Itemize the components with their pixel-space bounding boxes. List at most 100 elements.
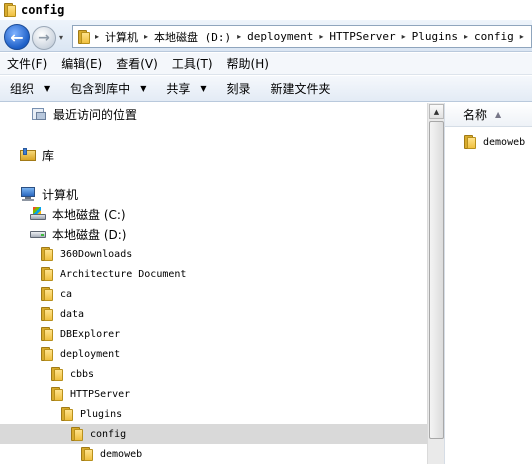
folder-icon	[463, 134, 477, 150]
tree-item-computer[interactable]: 计算机	[0, 184, 427, 204]
folder-icon	[70, 426, 84, 442]
window-title: config	[21, 3, 65, 17]
tree-item-label: data	[60, 308, 85, 320]
content-pane: 名称 ▲ demoweb	[444, 103, 532, 464]
folder-icon	[50, 366, 64, 382]
folder-icon	[60, 406, 74, 422]
system-drive-icon	[30, 206, 46, 222]
menu-bar: 文件(F) 编辑(E) 查看(V) 工具(T) 帮助(H)	[0, 53, 532, 75]
menu-edit[interactable]: 编辑(E)	[54, 55, 109, 72]
tree-item-folder[interactable]: cbbs	[0, 364, 427, 384]
tree-item-recent-places[interactable]: 最近访问的位置	[0, 104, 427, 124]
forward-button[interactable]: →	[32, 26, 56, 50]
navigation-pane: 最近访问的位置 库 计算机 本地磁盘 (C:) 本地磁盘 (D:) 360Dow…	[0, 103, 427, 464]
vertical-scrollbar[interactable]: ▲	[427, 103, 444, 464]
folder-icon	[77, 29, 91, 45]
chevron-right-icon[interactable]: ▸	[237, 32, 241, 41]
tree-item-label: 本地磁盘 (D:)	[52, 227, 127, 242]
back-arrow-icon: ←	[10, 27, 24, 47]
forward-arrow-icon: →	[38, 30, 50, 46]
tree-item-label: demoweb	[100, 448, 143, 460]
tree-item-label: 360Downloads	[60, 248, 133, 260]
tree-item-folder[interactable]: 360Downloads	[0, 244, 427, 264]
chevron-right-icon[interactable]: ▸	[464, 32, 468, 41]
caret-down-icon: ▼	[44, 84, 51, 93]
folder-icon	[40, 286, 54, 302]
title-bar: config	[0, 0, 532, 20]
folder-icon	[40, 246, 54, 262]
folder-icon	[3, 2, 17, 18]
tree-item-drive-d[interactable]: 本地磁盘 (D:)	[0, 224, 427, 244]
scrollbar-thumb[interactable]	[429, 121, 444, 439]
tree-item-label: ca	[60, 288, 73, 300]
tree-item-label: cbbs	[70, 368, 95, 380]
tree-item-folder[interactable]: HTTPServer	[0, 384, 427, 404]
tree-item-folder[interactable]: DBExplorer	[0, 324, 427, 344]
scroll-up-button[interactable]: ▲	[429, 104, 444, 119]
tree-item-label: Architecture Document	[60, 268, 187, 280]
recent-places-icon	[31, 106, 47, 122]
library-icon	[20, 147, 36, 163]
file-name: demoweb	[483, 136, 526, 148]
computer-icon	[20, 186, 36, 202]
chevron-right-icon[interactable]: ▸	[402, 32, 406, 41]
tree-item-folder[interactable]: data	[0, 304, 427, 324]
tree-item-libraries[interactable]: 库	[0, 145, 427, 165]
tree-item-label: 本地磁盘 (C:)	[52, 207, 126, 222]
folder-icon	[40, 306, 54, 322]
tree-item-folder-selected[interactable]: config	[0, 424, 427, 444]
breadcrumb-computer[interactable]: 计算机	[105, 29, 138, 45]
menu-view[interactable]: 查看(V)	[109, 55, 165, 72]
caret-up-icon: ▲	[433, 107, 440, 116]
breadcrumb-plugins[interactable]: Plugins	[412, 30, 458, 43]
tree-item-folder[interactable]: ca	[0, 284, 427, 304]
menu-tools[interactable]: 工具(T)	[165, 55, 220, 72]
include-in-library-label: 包含到库中	[70, 82, 131, 96]
chevron-right-icon[interactable]: ▸	[319, 32, 323, 41]
tree-item-folder[interactable]: Architecture Document	[0, 264, 427, 284]
chevron-right-icon[interactable]: ▸	[520, 32, 524, 41]
tree-item-drive-c[interactable]: 本地磁盘 (C:)	[0, 204, 427, 224]
breadcrumb-deployment[interactable]: deployment	[247, 30, 313, 43]
menu-help[interactable]: 帮助(H)	[220, 55, 276, 72]
tree-item-label: HTTPServer	[70, 388, 131, 400]
tree-item-label: 计算机	[42, 187, 79, 202]
command-bar: 组织 ▼ 包含到库中 ▼ 共享 ▼ 刻录 新建文件夹	[0, 76, 532, 102]
recent-pages-dropdown[interactable]: ▾	[59, 33, 63, 42]
folder-icon	[40, 266, 54, 282]
tree-item-label: DBExplorer	[60, 328, 121, 340]
share-button[interactable]: 共享 ▼	[156, 80, 216, 97]
include-in-library-button[interactable]: 包含到库中 ▼	[60, 80, 156, 97]
share-label: 共享	[166, 82, 191, 96]
column-header-name[interactable]: 名称 ▲	[445, 103, 532, 127]
drive-icon	[30, 226, 46, 242]
file-list-item[interactable]: demoweb	[463, 134, 525, 150]
breadcrumb-httpserver[interactable]: HTTPServer	[329, 30, 395, 43]
tree-item-folder[interactable]: deployment	[0, 344, 427, 364]
new-folder-label: 新建文件夹	[270, 82, 331, 96]
tree-item-label: deployment	[60, 348, 121, 360]
folder-icon	[80, 446, 94, 462]
back-button[interactable]: ←	[4, 24, 30, 50]
sort-ascending-icon: ▲	[495, 110, 502, 119]
breadcrumb-config[interactable]: config	[474, 30, 514, 43]
tree-item-label: 最近访问的位置	[53, 107, 138, 122]
chevron-right-icon[interactable]: ▸	[144, 32, 148, 41]
caret-down-icon: ▼	[140, 84, 147, 93]
navigation-bar: ← → ▾ ▸ 计算机 ▸ 本地磁盘 (D:) ▸ deployment ▸ H…	[0, 20, 532, 52]
tree-item-label: Plugins	[80, 408, 123, 420]
column-header-label: 名称	[463, 108, 488, 122]
breadcrumb-drive-d[interactable]: 本地磁盘 (D:)	[154, 29, 231, 45]
burn-label: 刻录	[226, 82, 251, 96]
folder-icon	[40, 326, 54, 342]
folder-icon	[50, 386, 64, 402]
menu-file[interactable]: 文件(F)	[0, 55, 54, 72]
tree-item-folder[interactable]: Plugins	[0, 404, 427, 424]
chevron-right-icon[interactable]: ▸	[95, 32, 99, 41]
tree-item-label: config	[90, 428, 127, 440]
new-folder-button[interactable]: 新建文件夹	[261, 80, 341, 97]
burn-button[interactable]: 刻录	[217, 80, 261, 97]
address-bar[interactable]: ▸ 计算机 ▸ 本地磁盘 (D:) ▸ deployment ▸ HTTPSer…	[72, 25, 532, 48]
organize-button[interactable]: 组织 ▼	[0, 80, 60, 97]
tree-item-folder[interactable]: demoweb	[0, 444, 427, 464]
